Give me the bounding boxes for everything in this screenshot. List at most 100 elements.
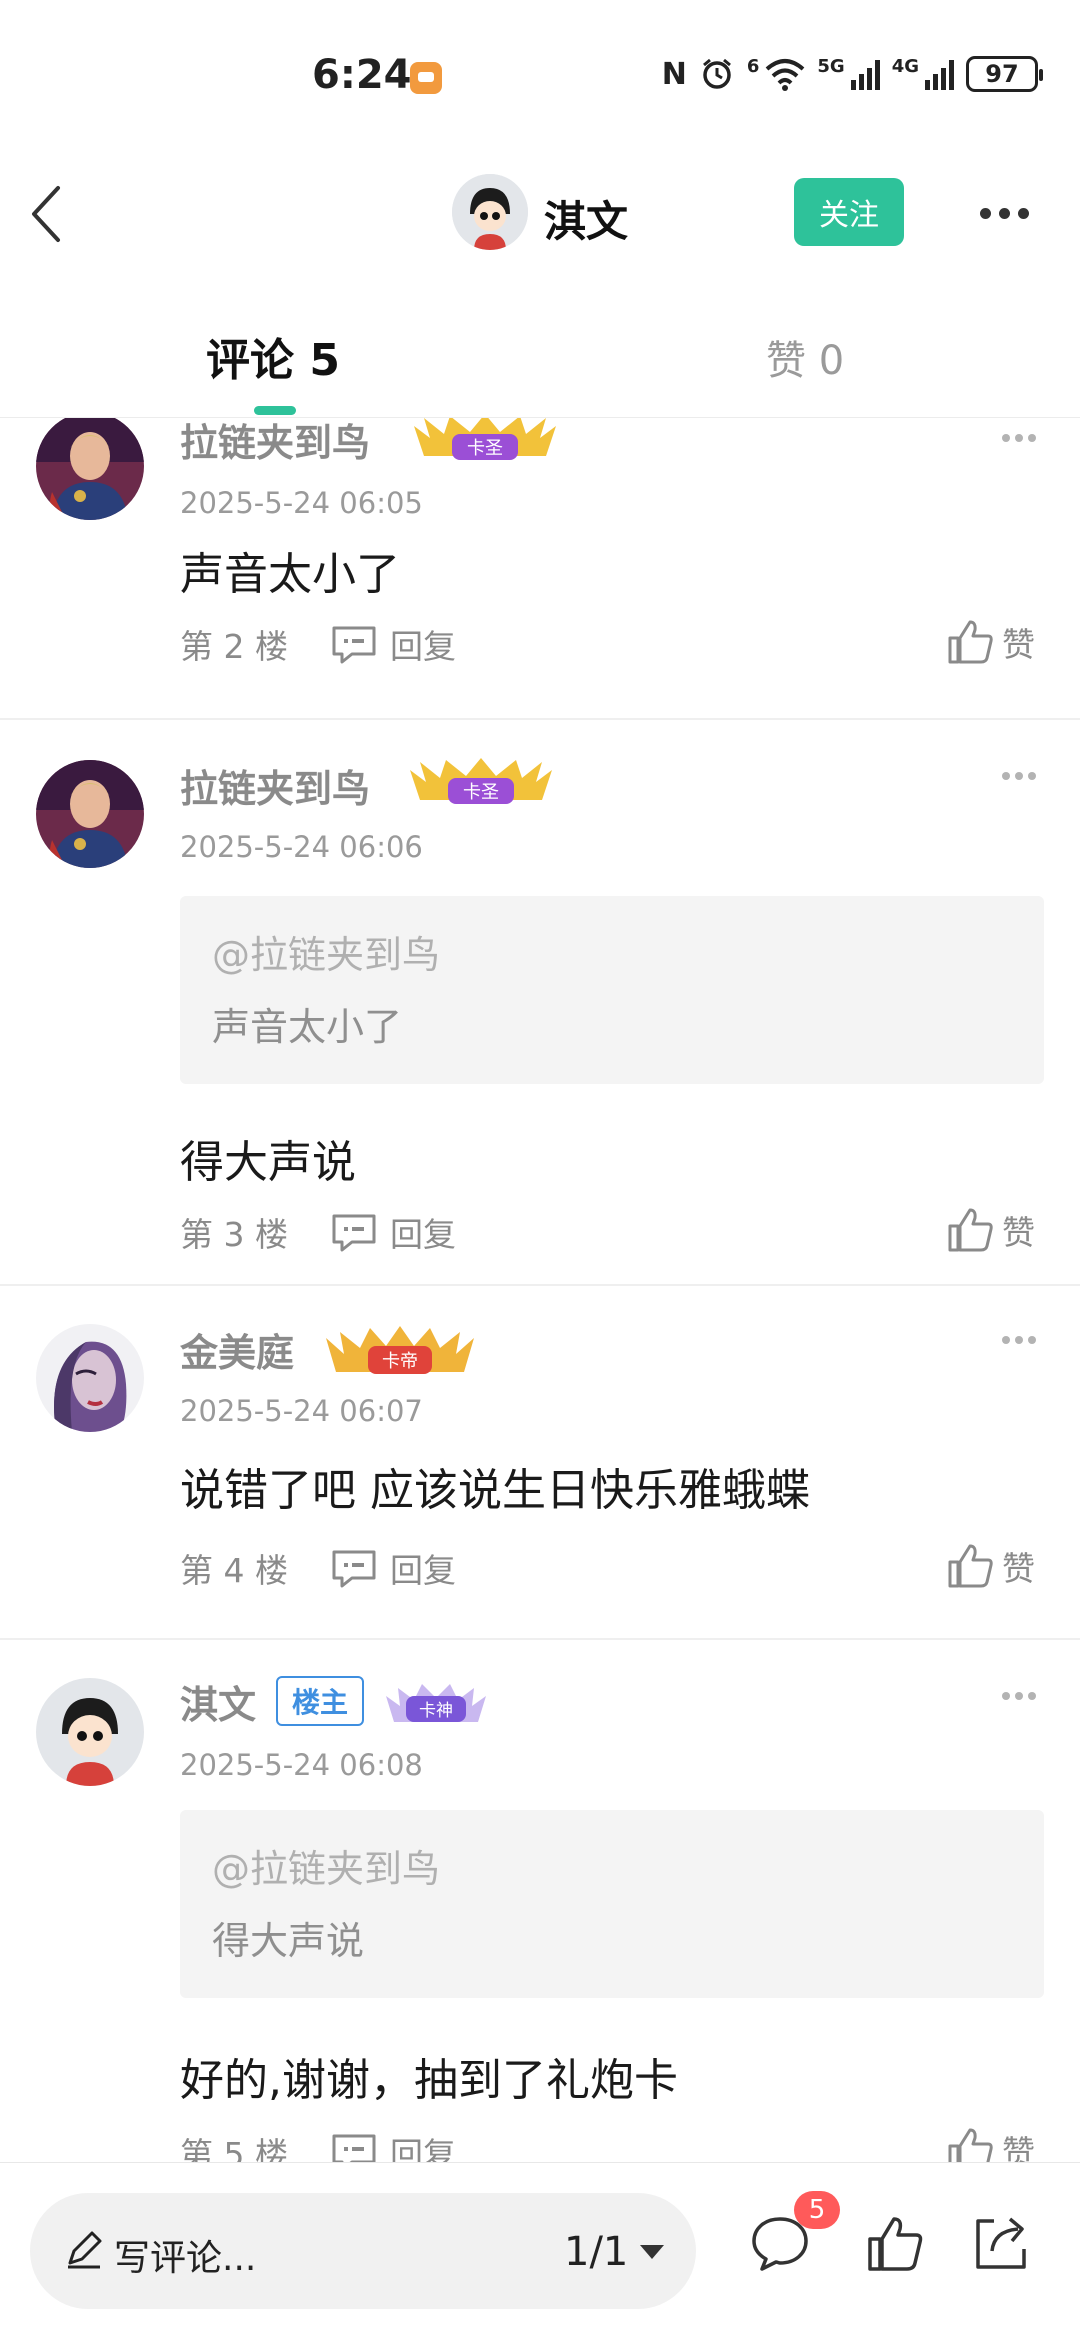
- top-nav: 淇文 关注: [0, 150, 1080, 280]
- like-label: 赞: [1002, 625, 1035, 664]
- comment-text: 声音太小了: [180, 549, 400, 600]
- comment-time: 2025-5-24 06:08: [180, 1748, 423, 1782]
- bottom-action-bar: 写评论... 1/1 5: [0, 2162, 1080, 2340]
- level-badge-icon: 卡帝: [326, 1326, 474, 1374]
- level-badge-icon: 卡神: [386, 1684, 486, 1722]
- compose-placeholder: 写评论...: [114, 2238, 257, 2279]
- like-button[interactable]: 赞: [946, 1542, 1035, 1590]
- reply-icon: [332, 626, 376, 664]
- level-badge-icon: 卡圣: [414, 418, 556, 460]
- reply-button[interactable]: 回复: [330, 1544, 456, 1592]
- comment-more-icon[interactable]: [1002, 1692, 1036, 1700]
- net-4g-label: 4G: [891, 56, 919, 77]
- comment-author[interactable]: 拉链夹到鸟: [180, 418, 370, 467]
- battery-icon: 97: [966, 56, 1043, 92]
- pencil-icon: [68, 2231, 102, 2269]
- tab-bar: 评论 5 赞 0: [0, 300, 1080, 418]
- app-notification-icon: [410, 62, 442, 94]
- avatar[interactable]: [36, 760, 144, 868]
- alarm-icon: [702, 58, 731, 89]
- comment-more-icon[interactable]: [1002, 1336, 1036, 1344]
- floor-number: 第 4 楼: [180, 1551, 288, 1590]
- status-icons: N 6 5G 4G 97: [662, 56, 1043, 92]
- reply-label: 回复: [390, 1551, 456, 1590]
- net-5g-label: 5G: [817, 56, 845, 77]
- floor-number: 第 3 楼: [180, 1215, 288, 1254]
- comment-author[interactable]: 拉链夹到鸟: [180, 758, 370, 813]
- back-icon[interactable]: [28, 184, 68, 244]
- thumbs-up-icon: [948, 2128, 993, 2162]
- badge-label: 卡圣: [467, 438, 503, 459]
- battery-level: 97: [985, 60, 1019, 88]
- comment-time: 2025-5-24 06:07: [180, 1394, 423, 1428]
- badge-label: 卡圣: [463, 782, 499, 803]
- signal-4g-icon: [925, 58, 954, 90]
- comment-item: 拉链夹到鸟 卡圣 2025-5-24 06:05 声音太小了 第 2 楼 回复 …: [0, 418, 1080, 720]
- thumbs-up-icon[interactable]: [862, 2211, 926, 2275]
- more-options-icon[interactable]: [980, 208, 1029, 219]
- status-bar: 6:24 N 6 5G 4G 97: [0, 0, 1080, 150]
- page-selector[interactable]: 1/1: [564, 2229, 665, 2275]
- page-indicator: 1/1: [564, 2229, 629, 2275]
- comment-list: 拉链夹到鸟 卡圣 2025-5-24 06:05 声音太小了 第 2 楼 回复 …: [0, 418, 1080, 2162]
- avatar[interactable]: [36, 1678, 144, 1786]
- reply-button[interactable]: 回复: [330, 620, 456, 668]
- comment-more-icon[interactable]: [1002, 434, 1036, 442]
- like-label: 赞: [1002, 1213, 1035, 1252]
- avatar[interactable]: [36, 1324, 144, 1432]
- badge-label: 卡帝: [382, 1351, 418, 1372]
- comment-time: 2025-5-24 06:06: [180, 830, 423, 864]
- reply-icon: [332, 1214, 376, 1252]
- share-icon[interactable]: [968, 2211, 1032, 2275]
- thread-owner-tag: 楼主: [276, 1676, 364, 1726]
- quoted-text: 声音太小了: [212, 1005, 403, 1049]
- thumbs-up-icon: [948, 1544, 993, 1588]
- like-label: 赞: [1002, 1549, 1035, 1588]
- comment-text: 说错了吧 应该说生日快乐雅蛾蝶: [180, 1465, 810, 1516]
- comment-count-badge: 5: [794, 2191, 840, 2229]
- reply-button[interactable]: 回复: [330, 2128, 456, 2162]
- thumbs-up-icon: [948, 620, 993, 664]
- floor-number: 第 5 楼: [180, 2135, 288, 2162]
- tab-likes[interactable]: 赞 0: [766, 328, 844, 386]
- signal-5g-icon: [850, 58, 880, 90]
- like-button[interactable]: 赞: [946, 2126, 1035, 2162]
- reply-icon: [332, 2134, 376, 2162]
- comment-item: 拉链夹到鸟 卡圣 2025-5-24 06:06 @拉链夹到鸟 声音太小了 得大…: [0, 720, 1080, 1286]
- reply-label: 回复: [390, 1215, 456, 1254]
- thumbs-up-icon: [948, 1208, 993, 1252]
- author-name: 淇文: [544, 197, 629, 246]
- like-button[interactable]: 赞: [946, 1206, 1035, 1254]
- status-time: 6:24: [312, 52, 412, 98]
- wifi-label: 6: [746, 56, 760, 77]
- follow-button[interactable]: 关注: [794, 178, 904, 246]
- floor-number: 第 2 楼: [180, 627, 288, 666]
- reply-icon: [332, 1550, 376, 1588]
- badge-label: 卡神: [419, 1701, 453, 1721]
- tab-active-indicator: [254, 406, 296, 415]
- comment-time: 2025-5-24 06:05: [180, 486, 423, 520]
- quoted-text: 得大声说: [212, 1919, 365, 1963]
- wifi-icon: [766, 59, 805, 91]
- comment-item: 淇文 楼主 卡神 2025-5-24 06:08 @拉链夹到鸟 得大声说 好的,…: [0, 1640, 1080, 2162]
- tab-comments[interactable]: 评论 5: [206, 324, 340, 388]
- comment-author[interactable]: 金美庭: [180, 1322, 294, 1377]
- write-comment-input[interactable]: 写评论... 1/1: [30, 2193, 696, 2309]
- quoted-author: @拉链夹到鸟: [212, 933, 441, 977]
- level-badge-icon: 卡圣: [410, 758, 552, 804]
- comment-item: 金美庭 卡帝 2025-5-24 06:07 说错了吧 应该说生日快乐雅蛾蝶 第…: [0, 1286, 1080, 1640]
- quoted-comment[interactable]: @拉链夹到鸟 声音太小了: [180, 896, 1044, 1084]
- reply-label: 回复: [390, 627, 456, 666]
- caret-down-icon: [640, 2245, 665, 2259]
- avatar[interactable]: [36, 418, 144, 520]
- comment-text: 好的,谢谢，抽到了礼炮卡: [180, 2055, 678, 2106]
- author-avatar[interactable]: [452, 174, 528, 250]
- comment-author[interactable]: 淇文: [180, 1674, 256, 1729]
- reply-label: 回复: [390, 2135, 456, 2162]
- reply-button[interactable]: 回复: [330, 1208, 456, 1256]
- like-button[interactable]: 赞: [946, 618, 1035, 666]
- like-label: 赞: [1002, 2133, 1035, 2162]
- comment-more-icon[interactable]: [1002, 772, 1036, 780]
- quoted-comment[interactable]: @拉链夹到鸟 得大声说: [180, 1810, 1044, 1998]
- comment-text: 得大声说: [180, 1137, 356, 1188]
